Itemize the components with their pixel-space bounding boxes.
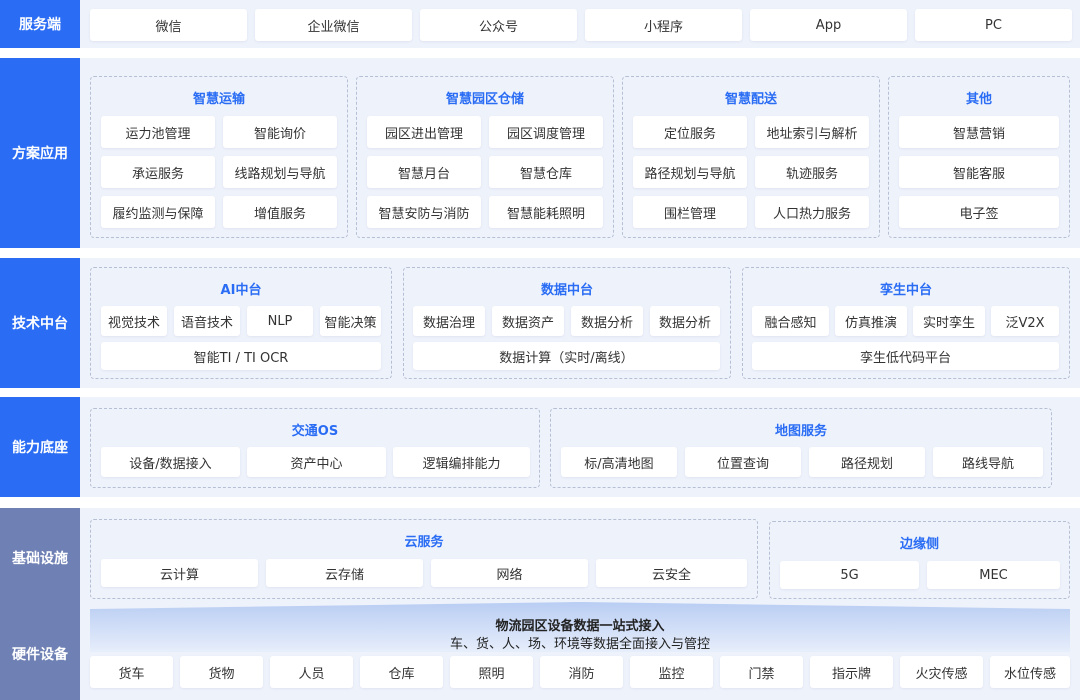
tech-item[interactable]: NLP: [247, 306, 313, 336]
layer-label-hardware: 硬件设备: [0, 608, 80, 700]
solution-item[interactable]: 智慧营销: [899, 116, 1059, 148]
infra-item[interactable]: 云计算: [101, 559, 258, 587]
solution-item[interactable]: 智慧仓库: [489, 156, 603, 188]
group-title: 智慧园区仓储: [445, 92, 524, 107]
layer-label-infra: 基础设施: [0, 508, 80, 608]
solution-item[interactable]: 轨迹服务: [755, 156, 869, 188]
group-title: AI中台: [220, 283, 262, 298]
solution-item[interactable]: 增值服务: [223, 196, 337, 228]
capability-item[interactable]: 逻辑编排能力: [393, 447, 530, 477]
service-item[interactable]: PC: [915, 9, 1072, 41]
capability-item[interactable]: 资产中心: [247, 447, 386, 477]
capability-item[interactable]: 路径规划: [809, 447, 925, 477]
solution-item[interactable]: 围栏管理: [633, 196, 747, 228]
solution-item[interactable]: 智慧安防与消防: [367, 196, 481, 228]
hardware-item[interactable]: 水位传感: [990, 656, 1070, 688]
hardware-item[interactable]: 人员: [270, 656, 353, 688]
infra-item[interactable]: 云存储: [266, 559, 423, 587]
hardware-item[interactable]: 消防: [540, 656, 623, 688]
service-item[interactable]: 企业微信: [255, 9, 412, 41]
hardware-item[interactable]: 货物: [180, 656, 263, 688]
capability-item[interactable]: 位置查询: [685, 447, 801, 477]
group-title: 交通OS: [291, 424, 339, 439]
service-item[interactable]: 小程序: [585, 9, 742, 41]
solution-item[interactable]: 园区进出管理: [367, 116, 481, 148]
hardware-item[interactable]: 货车: [90, 656, 173, 688]
tech-item[interactable]: 融合感知: [752, 306, 829, 336]
solution-item[interactable]: 智能客服: [899, 156, 1059, 188]
group-title: 孪生中台: [879, 283, 932, 298]
group-title: 其他: [965, 92, 992, 107]
solution-item[interactable]: 地址索引与解析: [755, 116, 869, 148]
hardware-item[interactable]: 仓库: [360, 656, 443, 688]
tech-item[interactable]: 数据分析: [650, 306, 720, 336]
capability-item[interactable]: 路线导航: [933, 447, 1043, 477]
solution-item[interactable]: 智慧能耗照明: [489, 196, 603, 228]
tech-item[interactable]: 语音技术: [174, 306, 240, 336]
banner-subtitle: 车、货、人、场、环境等数据全面接入与管控: [449, 637, 710, 652]
infra-item[interactable]: 网络: [431, 559, 588, 587]
tech-item[interactable]: 数据分析: [571, 306, 643, 336]
service-item[interactable]: App: [750, 9, 907, 41]
solution-item[interactable]: 电子签: [899, 196, 1059, 228]
solution-item[interactable]: 承运服务: [101, 156, 215, 188]
solution-item[interactable]: 智慧月台: [367, 156, 481, 188]
banner-title: 物流园区设备数据一站式接入: [495, 619, 665, 634]
hardware-item[interactable]: 门禁: [720, 656, 803, 688]
solution-item[interactable]: 园区调度管理: [489, 116, 603, 148]
group-title: 数据中台: [540, 283, 593, 298]
group-title: 云服务: [404, 535, 444, 550]
infra-item[interactable]: MEC: [927, 561, 1060, 589]
layer-label-capability: 能力底座: [0, 397, 80, 497]
group-title: 地图服务: [774, 424, 827, 439]
hardware-item[interactable]: 指示牌: [810, 656, 893, 688]
tech-item[interactable]: 智能决策: [320, 306, 381, 336]
tech-item[interactable]: 实时孪生: [913, 306, 985, 336]
group-title: 智慧配送: [724, 92, 777, 107]
tech-item[interactable]: 视觉技术: [101, 306, 167, 336]
tech-item[interactable]: 数据资产: [492, 306, 564, 336]
infra-item[interactable]: 云安全: [596, 559, 747, 587]
hardware-item[interactable]: 火灾传感: [900, 656, 983, 688]
service-item[interactable]: 微信: [90, 9, 247, 41]
layer-label-tech: 技术中台: [0, 258, 80, 388]
hardware-item[interactable]: 监控: [630, 656, 713, 688]
layer-label-service: 服务端: [0, 0, 80, 48]
hardware-item[interactable]: 照明: [450, 656, 533, 688]
solution-item[interactable]: 路径规划与导航: [633, 156, 747, 188]
tech-item[interactable]: 数据治理: [413, 306, 485, 336]
tech-item[interactable]: 仿真推演: [835, 306, 907, 336]
service-item[interactable]: 公众号: [420, 9, 577, 41]
solution-item[interactable]: 人口热力服务: [755, 196, 869, 228]
solution-item[interactable]: 智能询价: [223, 116, 337, 148]
solution-item[interactable]: 运力池管理: [101, 116, 215, 148]
group-title: 智慧运输: [192, 92, 245, 107]
tech-item-wide[interactable]: 数据计算（实时/离线）: [413, 342, 720, 370]
layer-label-solution: 方案应用: [0, 58, 80, 248]
capability-item[interactable]: 标/高清地图: [561, 447, 677, 477]
tech-item[interactable]: 泛V2X: [991, 306, 1059, 336]
tech-item-wide[interactable]: 智能TI / TI OCR: [101, 342, 381, 370]
solution-item[interactable]: 线路规划与导航: [223, 156, 337, 188]
capability-item[interactable]: 设备/数据接入: [101, 447, 240, 477]
group-title: 边缘侧: [899, 537, 939, 552]
infra-item[interactable]: 5G: [780, 561, 919, 589]
solution-item[interactable]: 定位服务: [633, 116, 747, 148]
tech-item-wide[interactable]: 孪生低代码平台: [752, 342, 1059, 370]
solution-item[interactable]: 履约监测与保障: [101, 196, 215, 228]
